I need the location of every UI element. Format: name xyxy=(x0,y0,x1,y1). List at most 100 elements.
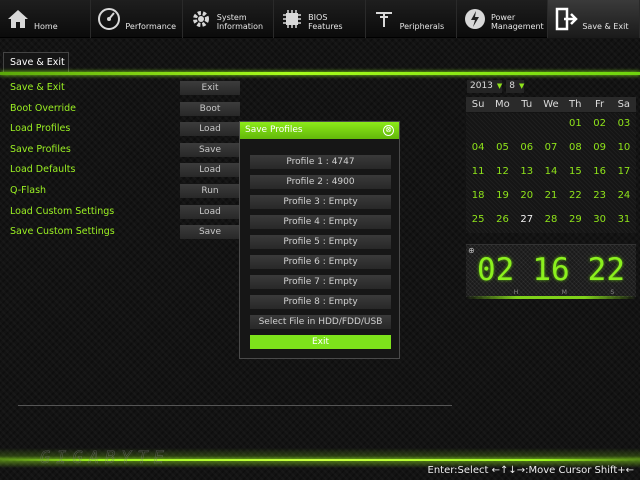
plug-icon xyxy=(375,12,392,27)
profile-4-button[interactable]: Profile 4 : Empty xyxy=(250,215,391,229)
boot-button[interactable]: Boot xyxy=(180,101,240,116)
calendar-day[interactable]: 19 xyxy=(490,185,514,209)
calendar-empty-cell xyxy=(490,113,514,137)
year-select[interactable]: 2013 ▼ xyxy=(467,80,503,93)
calendar-day[interactable]: 28 xyxy=(539,209,563,233)
menu-item-save-custom-settings[interactable]: Save Custom Settings xyxy=(10,226,115,247)
tab-peripherals[interactable]: Peripherals xyxy=(366,0,457,38)
select-file-button[interactable]: Select File in HDD/FDD/USB xyxy=(250,315,391,329)
top-nav: Home Performance System Information BIOS… xyxy=(0,0,640,38)
home-icon xyxy=(8,10,28,28)
clock-minutes[interactable]: 16 xyxy=(532,252,569,288)
tab-peripherals-label: Peripherals xyxy=(399,22,445,31)
calendar-day[interactable]: 04 xyxy=(466,137,490,161)
calendar-day[interactable]: 15 xyxy=(563,161,587,185)
weekday-label: Tu xyxy=(521,99,533,110)
calendar-day[interactable]: 08 xyxy=(563,137,587,161)
calendar-day[interactable]: 31 xyxy=(612,209,636,233)
calendar-day[interactable]: 21 xyxy=(539,185,563,209)
chevron-down-icon: ▼ xyxy=(496,82,503,90)
menu-item-load-defaults[interactable]: Load Defaults xyxy=(10,164,115,185)
calendar-day[interactable]: 23 xyxy=(587,185,611,209)
content-divider xyxy=(18,405,452,406)
calendar-day[interactable]: 07 xyxy=(539,137,563,161)
profile-6-button[interactable]: Profile 6 : Empty xyxy=(250,255,391,269)
clock-hours[interactable]: 02 xyxy=(477,252,514,288)
settings-menu: Save & Exit Boot Override Load Profiles … xyxy=(10,82,115,247)
dialog-title: Save Profiles xyxy=(245,125,303,135)
calendar-day[interactable]: 18 xyxy=(466,185,490,209)
tab-performance-label: Performance xyxy=(125,22,177,31)
save-custom-button[interactable]: Save xyxy=(180,225,240,240)
clock-units: H M S xyxy=(466,289,636,296)
calendar-day[interactable]: 12 xyxy=(490,161,514,185)
profile-2-button[interactable]: Profile 2 : 4900 xyxy=(250,175,391,189)
gear-icon xyxy=(192,11,209,27)
calendar-day[interactable]: 11 xyxy=(466,161,490,185)
run-q-flash-button[interactable]: Run xyxy=(180,183,240,198)
exit-button[interactable]: Exit xyxy=(180,81,240,95)
calendar-day[interactable]: 09 xyxy=(587,137,611,161)
calendar-day[interactable]: 06 xyxy=(515,137,539,161)
menu-item-boot-override[interactable]: Boot Override xyxy=(10,103,115,124)
calendar-day[interactable]: 03 xyxy=(612,113,636,137)
calendar-day[interactable]: 26 xyxy=(490,209,514,233)
menu-item-save-profiles[interactable]: Save Profiles xyxy=(10,144,115,165)
load-custom-button[interactable]: Load xyxy=(180,204,240,219)
brand-watermark: GIGABYTE xyxy=(40,448,170,469)
calendar-weekdays: Su Mo Tu We Th Fr Sa xyxy=(466,97,636,112)
calendar-day[interactable]: 02 xyxy=(587,113,611,137)
clock-seconds[interactable]: 22 xyxy=(588,252,625,288)
keyboard-help-text: Enter:Select ←↑↓→:Move Cursor Shift+← xyxy=(427,465,634,476)
profile-7-button[interactable]: Profile 7 : Empty xyxy=(250,275,391,289)
calendar-day[interactable]: 22 xyxy=(563,185,587,209)
tab-home-label: Home xyxy=(34,22,58,31)
save-profiles-dialog: Save Profiles ⊗ Profile 1 : 4747 Profile… xyxy=(239,121,400,359)
calendar-day[interactable]: 30 xyxy=(587,209,611,233)
tab-home[interactable]: Home xyxy=(0,0,92,38)
load-defaults-button[interactable]: Load xyxy=(180,163,240,178)
tab-performance[interactable]: Performance xyxy=(91,0,183,38)
tab-save-exit[interactable]: Save & Exit xyxy=(548,0,640,38)
clock-panel: ⊕ 02 16 22 H M S xyxy=(466,244,636,297)
calendar-selectors: 2013 ▼ 8 ▼ xyxy=(467,80,525,93)
menu-actions: Exit Boot Load Save Load Run Load Save xyxy=(180,81,240,246)
dialog-exit-button[interactable]: Exit xyxy=(250,335,391,349)
hours-unit-label: H xyxy=(513,289,519,296)
menu-item-q-flash[interactable]: Q-Flash xyxy=(10,185,115,206)
section-tab-save-exit[interactable]: Save & Exit xyxy=(3,52,69,72)
profile-3-button[interactable]: Profile 3 : Empty xyxy=(250,195,391,209)
profile-5-button[interactable]: Profile 5 : Empty xyxy=(250,235,391,249)
calendar-day[interactable]: 01 xyxy=(563,113,587,137)
tab-system-information[interactable]: System Information xyxy=(183,0,275,38)
tab-bios-features[interactable]: BIOS Features xyxy=(274,0,366,38)
calendar-day[interactable]: 25 xyxy=(466,209,490,233)
clock-glow-line xyxy=(466,296,636,299)
save-profiles-button[interactable]: Save xyxy=(180,142,240,157)
calendar-day[interactable]: 27 xyxy=(515,209,539,233)
weekday-label: Su xyxy=(471,99,485,110)
profile-1-button[interactable]: Profile 1 : 4747 xyxy=(250,155,391,169)
dialog-title-bar: Save Profiles ⊗ xyxy=(240,122,399,139)
load-profiles-button[interactable]: Load xyxy=(180,122,240,137)
profile-8-button[interactable]: Profile 8 : Empty xyxy=(250,295,391,309)
month-select[interactable]: 8 ▼ xyxy=(506,80,525,93)
chevron-down-icon: ▼ xyxy=(519,82,525,90)
menu-item-load-profiles[interactable]: Load Profiles xyxy=(10,123,115,144)
close-icon[interactable]: ⊗ xyxy=(383,125,394,136)
tab-power-management[interactable]: Power Management xyxy=(457,0,549,38)
calendar-day[interactable]: 24 xyxy=(612,185,636,209)
calendar-day[interactable]: 14 xyxy=(539,161,563,185)
calendar-day[interactable]: 17 xyxy=(612,161,636,185)
calendar-day[interactable]: 10 xyxy=(612,137,636,161)
calendar-day[interactable]: 29 xyxy=(563,209,587,233)
weekday-label: Th xyxy=(569,99,582,110)
weekday-label: Fr xyxy=(594,99,605,110)
menu-item-save-exit[interactable]: Save & Exit xyxy=(10,82,115,103)
calendar-day[interactable]: 13 xyxy=(515,161,539,185)
calendar-day[interactable]: 20 xyxy=(515,185,539,209)
calendar-day[interactable]: 16 xyxy=(587,161,611,185)
menu-item-load-custom-settings[interactable]: Load Custom Settings xyxy=(10,206,115,227)
calendar-day[interactable]: 05 xyxy=(490,137,514,161)
minutes-unit-label: M xyxy=(561,289,567,296)
